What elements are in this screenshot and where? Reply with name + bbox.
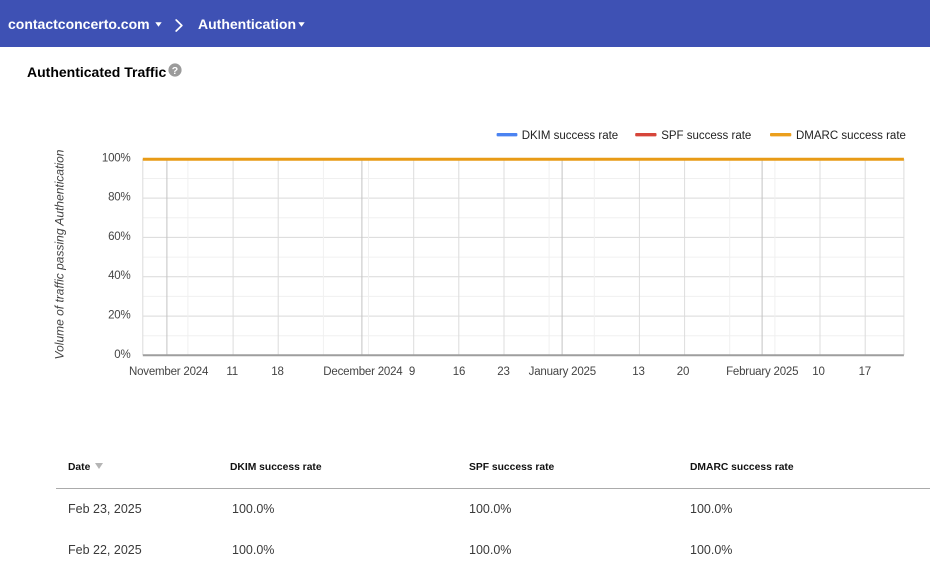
svg-text:40%: 40% (108, 270, 130, 282)
svg-text:13: 13 (632, 366, 644, 378)
svg-text:December 2024: December 2024 (323, 366, 403, 378)
svg-text:10: 10 (812, 366, 824, 378)
svg-text:11: 11 (226, 366, 238, 378)
svg-text:17: 17 (859, 366, 871, 378)
svg-text:18: 18 (271, 366, 283, 378)
svg-text:80%: 80% (108, 192, 130, 204)
svg-text:Volume of traffic passing Auth: Volume of traffic passing Authentication (53, 149, 67, 359)
svg-text:100%: 100% (102, 152, 131, 164)
svg-text:November 2024: November 2024 (129, 366, 209, 378)
svg-text:20: 20 (677, 366, 689, 378)
svg-text:DKIM success rate: DKIM success rate (522, 130, 619, 142)
svg-text:23: 23 (497, 366, 509, 378)
svg-text:January 2025: January 2025 (529, 366, 596, 378)
svg-text:February 2025: February 2025 (726, 366, 798, 378)
svg-text:60%: 60% (108, 231, 130, 243)
svg-text:16: 16 (453, 366, 465, 378)
svg-text:9: 9 (409, 366, 415, 378)
svg-text:0%: 0% (114, 349, 130, 361)
svg-text:DMARC success rate: DMARC success rate (796, 130, 906, 142)
svg-text:SPF success rate: SPF success rate (661, 130, 751, 142)
svg-text:20%: 20% (108, 310, 130, 322)
